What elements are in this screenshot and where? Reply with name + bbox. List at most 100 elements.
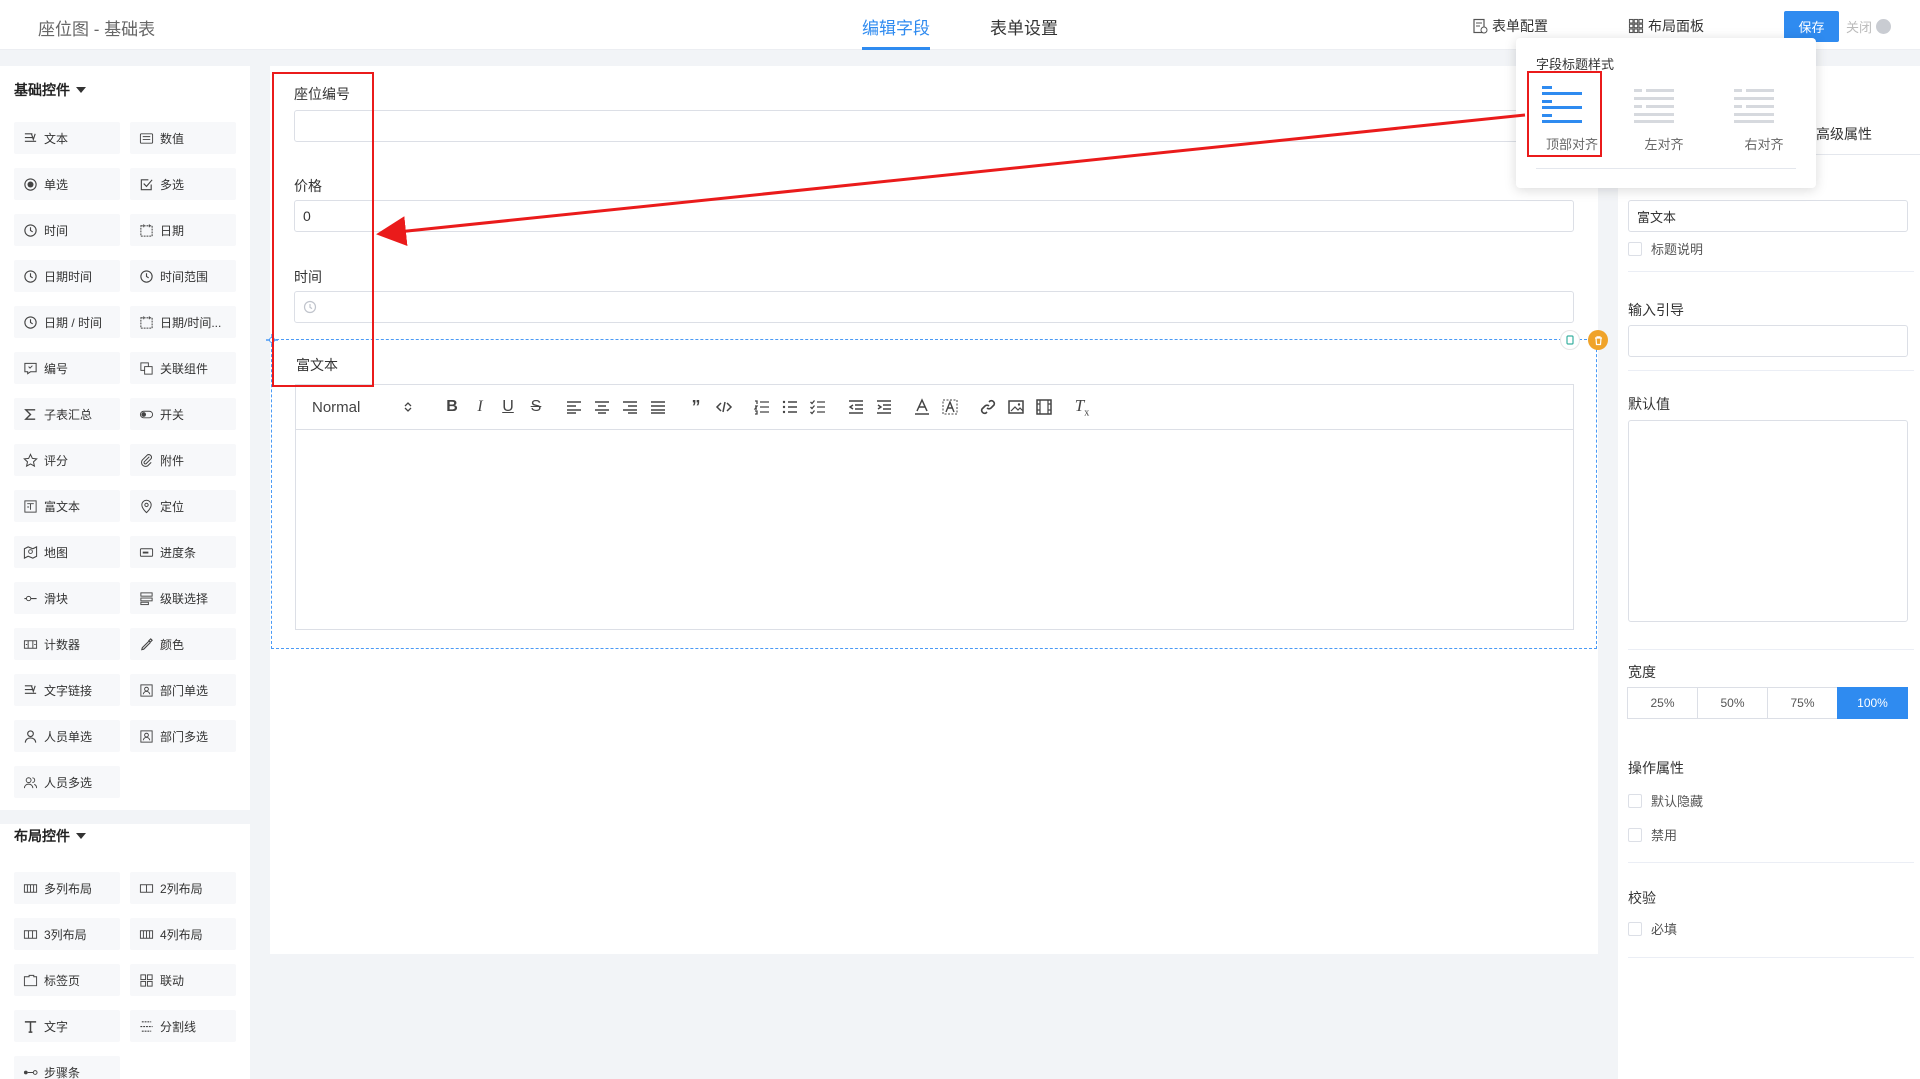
basic-control-item[interactable]: 部门单选 bbox=[130, 674, 236, 706]
delete-field-button[interactable] bbox=[1588, 330, 1608, 350]
layout-control-item[interactable]: 3列布局 bbox=[14, 918, 120, 950]
basic-control-item[interactable]: 文本 bbox=[14, 122, 120, 154]
basic-control-item[interactable]: 部门多选 bbox=[130, 720, 236, 752]
layout-control-item[interactable]: 标签页 bbox=[14, 964, 120, 996]
background-color-icon[interactable] bbox=[936, 393, 964, 421]
operation-properties-label: 操作属性 bbox=[1628, 760, 1684, 776]
basic-control-item[interactable]: 日期 / 时间 bbox=[14, 306, 120, 338]
basic-control-item[interactable]: 滑块 bbox=[14, 582, 120, 614]
layout-control-item[interactable]: 步骤条 bbox=[14, 1056, 120, 1079]
italic-icon[interactable]: I bbox=[466, 393, 494, 421]
basic-control-item[interactable]: 子表汇总 bbox=[14, 398, 120, 430]
placeholder-input[interactable] bbox=[1628, 325, 1908, 357]
basic-control-item[interactable]: 开关 bbox=[130, 398, 236, 430]
font-color-icon[interactable] bbox=[908, 393, 936, 421]
width-option-25[interactable]: 25% bbox=[1627, 687, 1698, 719]
basic-control-item[interactable]: 时间范围 bbox=[130, 260, 236, 292]
title-style-left[interactable]: 左对齐 bbox=[1626, 78, 1706, 160]
heading-select[interactable]: Normal bbox=[312, 399, 412, 416]
tab-edit-fields[interactable]: 编辑字段 bbox=[862, 14, 930, 50]
bullet-list-icon[interactable] bbox=[776, 393, 804, 421]
basic-control-item-label: 文字链接 bbox=[44, 683, 93, 698]
form-config-button[interactable]: 表单配置 bbox=[1472, 16, 1548, 36]
basic-control-item[interactable]: 级联选择 bbox=[130, 582, 236, 614]
basic-control-item[interactable]: 颜色 bbox=[130, 628, 236, 660]
basic-control-item[interactable]: 人员多选 bbox=[14, 766, 120, 798]
seat-number-input[interactable] bbox=[294, 110, 1574, 142]
basic-control-item[interactable]: 评分 bbox=[14, 444, 120, 476]
layout-control-item[interactable]: 联动 bbox=[130, 964, 236, 996]
video-icon[interactable] bbox=[1030, 393, 1058, 421]
code-icon[interactable] bbox=[710, 393, 738, 421]
basic-control-item[interactable]: 定位 bbox=[130, 490, 236, 522]
ordered-list-icon[interactable] bbox=[748, 393, 776, 421]
image-icon[interactable] bbox=[1002, 393, 1030, 421]
align-left-icon[interactable] bbox=[560, 393, 588, 421]
basic-control-item[interactable]: 日期 bbox=[130, 214, 236, 246]
checklist-icon[interactable] bbox=[804, 393, 832, 421]
layout-control-item[interactable]: 文字 bbox=[14, 1010, 120, 1042]
basic-control-item[interactable]: 时间 bbox=[14, 214, 120, 246]
annotation-highlight-top-align bbox=[1527, 71, 1602, 157]
basic-control-item[interactable]: 文字链接 bbox=[14, 674, 120, 706]
default-value-textarea[interactable] bbox=[1628, 420, 1908, 622]
layout-control-item-label: 分割线 bbox=[160, 1019, 197, 1034]
basic-control-item-label: 附件 bbox=[160, 453, 185, 468]
align-right-icon[interactable] bbox=[616, 393, 644, 421]
underline-icon[interactable]: U bbox=[494, 393, 522, 421]
basic-control-item[interactable]: 单选 bbox=[14, 168, 120, 200]
department-icon bbox=[138, 682, 154, 698]
rich-text-field-selected[interactable]: 富文本 Normal B I U S ” Tx bbox=[266, 330, 1608, 649]
width-option-75[interactable]: 75% bbox=[1767, 687, 1838, 719]
layout-panel-button[interactable]: 布局面板 bbox=[1628, 16, 1704, 36]
basic-control-item[interactable]: 多选 bbox=[130, 168, 236, 200]
basic-control-item[interactable]: 日期时间 bbox=[14, 260, 120, 292]
basic-control-item-label: 子表汇总 bbox=[44, 407, 93, 422]
basic-control-item[interactable]: 进度条 bbox=[130, 536, 236, 568]
layout-control-item-label: 步骤条 bbox=[44, 1065, 81, 1079]
basic-controls-header[interactable]: 基础控件 bbox=[14, 80, 86, 100]
layout-control-item[interactable]: 多列布局 bbox=[14, 872, 120, 904]
time-input[interactable] bbox=[294, 291, 1574, 323]
basic-control-item[interactable]: 数值 bbox=[130, 122, 236, 154]
strikethrough-icon[interactable]: S bbox=[522, 393, 550, 421]
basic-control-item[interactable]: 关联组件 bbox=[130, 352, 236, 384]
width-option-100[interactable]: 100% bbox=[1837, 687, 1908, 719]
link-icon[interactable] bbox=[974, 393, 1002, 421]
price-input[interactable]: 0 bbox=[294, 200, 1574, 232]
blockquote-icon[interactable]: ” bbox=[682, 393, 710, 421]
copy-field-button[interactable] bbox=[1560, 330, 1580, 350]
default-hidden-checkbox[interactable]: 默认隐藏 bbox=[1628, 791, 1703, 810]
align-justify-icon[interactable] bbox=[644, 393, 672, 421]
form-canvas: 座位编号 价格 0 时间 富文本 Normal B I U S ” Tx bbox=[266, 66, 1608, 954]
indent-icon[interactable] bbox=[870, 393, 898, 421]
rich-text-editor[interactable] bbox=[295, 429, 1574, 630]
layout-controls-header[interactable]: 布局控件 bbox=[14, 826, 86, 846]
required-checkbox[interactable]: 必填 bbox=[1628, 919, 1677, 938]
layout-control-item[interactable]: 2列布局 bbox=[130, 872, 236, 904]
field-title-input[interactable]: 富文本 bbox=[1628, 200, 1908, 232]
bold-icon[interactable]: B bbox=[438, 393, 466, 421]
basic-control-item[interactable]: 人员单选 bbox=[14, 720, 120, 752]
tabs-icon bbox=[22, 972, 38, 988]
basic-control-item[interactable]: 地图 bbox=[14, 536, 120, 568]
layout-control-item[interactable]: 分割线 bbox=[130, 1010, 236, 1042]
outdent-icon[interactable] bbox=[842, 393, 870, 421]
title-style-right[interactable]: 右对齐 bbox=[1726, 78, 1806, 160]
tab-form-settings[interactable]: 表单设置 bbox=[990, 14, 1058, 50]
width-option-50[interactable]: 50% bbox=[1697, 687, 1768, 719]
align-center-icon[interactable] bbox=[588, 393, 616, 421]
basic-control-item[interactable]: 附件 bbox=[130, 444, 236, 476]
align-right-thumbnail-icon bbox=[1734, 89, 1774, 123]
tab-advanced-properties[interactable]: 高级属性 bbox=[1816, 124, 1872, 144]
disabled-checkbox[interactable]: 禁用 bbox=[1628, 825, 1677, 844]
text-icon bbox=[22, 682, 38, 698]
basic-control-item[interactable]: 富文本 bbox=[14, 490, 120, 522]
basic-control-item[interactable]: 计数器 bbox=[14, 628, 120, 660]
clear-format-icon[interactable]: Tx bbox=[1068, 393, 1096, 421]
basic-control-item[interactable]: 日期/时间... bbox=[130, 306, 236, 338]
layout-control-item[interactable]: 4列布局 bbox=[130, 918, 236, 950]
title-description-checkbox[interactable]: 标题说明 bbox=[1628, 239, 1703, 258]
basic-control-item[interactable]: 编号 bbox=[14, 352, 120, 384]
close-button[interactable]: 关闭 bbox=[1846, 17, 1892, 36]
